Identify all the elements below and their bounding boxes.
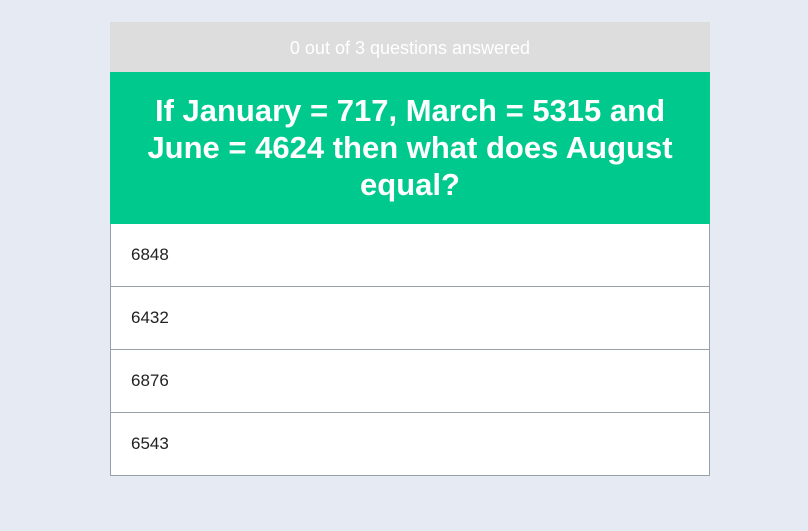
answer-option-label: 6543 — [131, 434, 169, 453]
question-text: If January = 717, March = 5315 and June … — [110, 72, 710, 224]
answer-option-label: 6876 — [131, 371, 169, 390]
quiz-card: 0 out of 3 questions answered If January… — [110, 22, 710, 476]
answer-option-2[interactable]: 6432 — [111, 286, 709, 349]
progress-text: 0 out of 3 questions answered — [110, 22, 710, 72]
answer-option-1[interactable]: 6848 — [111, 224, 709, 286]
answer-option-label: 6432 — [131, 308, 169, 327]
answer-option-3[interactable]: 6876 — [111, 349, 709, 412]
answer-option-4[interactable]: 6543 — [111, 412, 709, 475]
answer-list: 6848 6432 6876 6543 — [110, 224, 710, 476]
answer-option-label: 6848 — [131, 245, 169, 264]
